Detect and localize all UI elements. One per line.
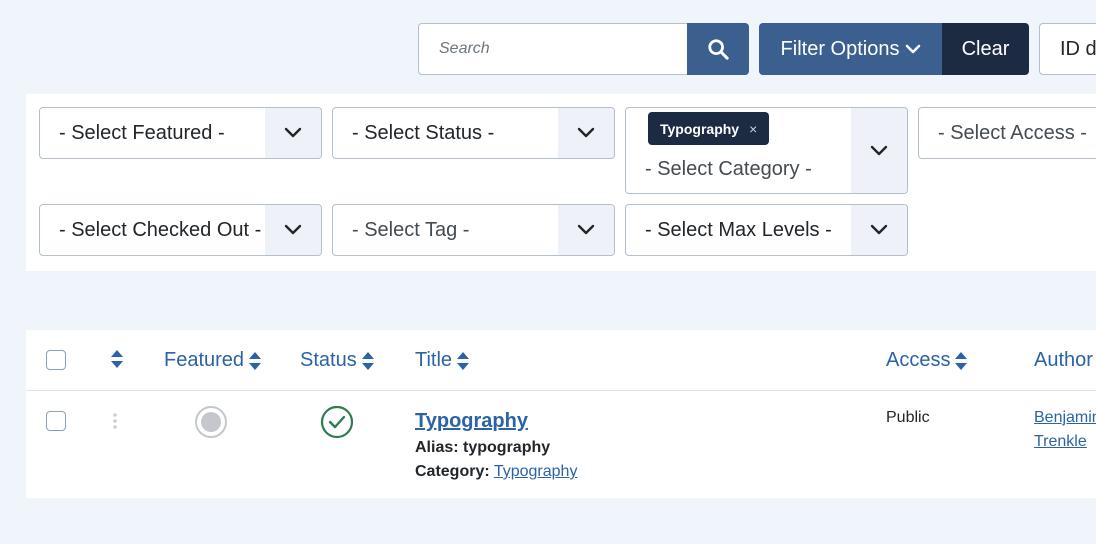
header-title[interactable]: Title [415,349,470,372]
access-value: Public [886,409,930,426]
sort-icon [457,351,470,370]
author-link-line1[interactable]: Benjamin [1034,409,1096,427]
article-category: Category: Typography [415,463,577,481]
header-featured[interactable]: Featured [164,349,262,372]
chevron-down-icon [265,205,321,255]
sort-icon [361,351,374,370]
row-checkbox[interactable] [46,411,66,431]
sort-select-value: ID descending [1060,37,1096,60]
select-status[interactable]: - Select Status - [332,107,615,159]
select-status-label: - Select Status - [352,121,495,144]
select-featured-label: - Select Featured - [59,121,225,144]
drag-handle-icon[interactable] [111,412,119,430]
chevron-down-icon [906,44,921,54]
select-all-checkbox[interactable] [46,350,66,370]
chevron-down-icon [558,108,614,158]
articles-table: Featured Status Title Access Author Typo… [26,330,1096,498]
select-access-label: - Select Access - [938,121,1087,144]
header-access-label: Access [886,349,951,371]
published-check-icon[interactable] [320,405,354,439]
chevron-down-icon [265,108,321,158]
select-tag-label: - Select Tag - [352,218,470,241]
header-author-label: Author [1034,349,1093,371]
header-access[interactable]: Access [886,349,968,372]
select-access[interactable]: - Select Access - [918,107,1096,159]
table-header-row: Featured Status Title Access Author [26,330,1096,391]
clear-button[interactable]: Clear [942,23,1029,75]
article-alias: Alias: typography [415,439,550,457]
chevron-down-icon [558,205,614,255]
sort-icon [955,351,968,370]
unfeatured-circle-icon[interactable] [194,405,228,439]
header-author[interactable]: Author [1034,349,1093,372]
alias-label: Alias: [415,439,459,456]
select-max-levels[interactable]: - Select Max Levels - [625,204,908,256]
clear-label: Clear [961,37,1010,60]
search-field[interactable] [418,23,688,75]
filter-options-label: Filter Options [780,37,900,60]
alias-value: typography [463,439,551,456]
search-button[interactable] [687,23,749,75]
header-status-label: Status [300,349,357,371]
header-status[interactable]: Status [300,349,375,372]
select-max-levels-label: - Select Max Levels - [645,218,832,241]
chip-remove-icon[interactable]: × [749,121,757,137]
select-checked-out[interactable]: - Select Checked Out - [39,204,322,256]
category-chip-label: Typography [660,120,740,137]
category-chip: Typography × [648,112,770,145]
select-tag[interactable]: - Select Tag - [332,204,615,256]
header-title-label: Title [415,349,453,371]
category-link[interactable]: Typography [494,463,578,480]
author-link-line2[interactable]: Trenkle [1034,433,1087,451]
filter-options-button[interactable]: Filter Options [759,23,943,75]
chevron-down-icon [851,108,907,193]
select-checked-out-label: - Select Checked Out - [59,218,262,241]
search-input[interactable] [439,40,668,58]
search-icon [708,39,729,60]
chevron-down-icon [851,205,907,255]
article-title-link[interactable]: Typography [415,410,528,433]
select-category-label: - Select Category - [645,158,812,180]
ordering-sort-header[interactable] [110,349,124,369]
category-label: Category: [415,463,490,480]
sort-icon [249,351,262,370]
header-featured-label: Featured [164,349,245,371]
sort-select[interactable]: ID descending [1039,23,1096,75]
select-featured[interactable]: - Select Featured - [39,107,322,159]
sort-icon [111,350,123,368]
